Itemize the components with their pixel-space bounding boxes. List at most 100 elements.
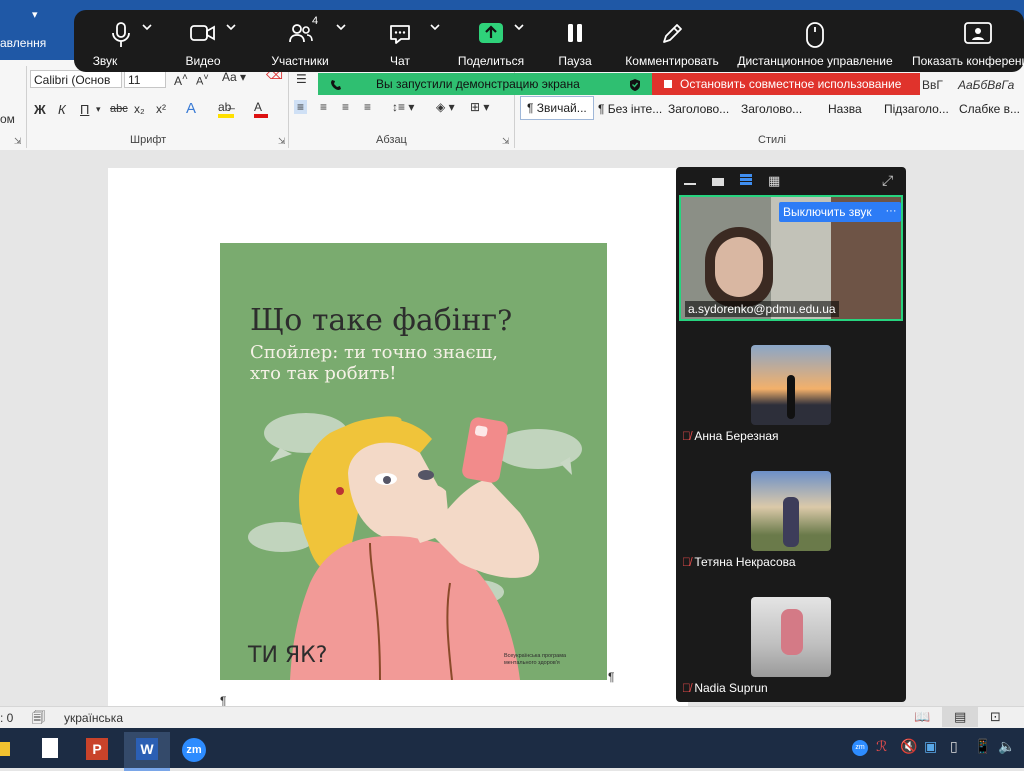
- ribbon-tab-truncated[interactable]: авлення: [0, 36, 60, 54]
- underline-button[interactable]: П: [80, 102, 89, 117]
- highlight-color-bar: [218, 114, 234, 118]
- read-mode-icon[interactable]: 📖: [914, 709, 930, 725]
- change-case-button[interactable]: Aa ▾: [222, 70, 246, 84]
- pause-share-button[interactable]: Пауза: [552, 10, 598, 72]
- blank-document-icon[interactable]: [36, 732, 76, 768]
- chevron-down-icon[interactable]: [514, 22, 524, 32]
- line-spacing-icon[interactable]: ↕≡ ▾: [392, 100, 414, 114]
- align-left-icon[interactable]: ≡: [294, 100, 308, 114]
- file-explorer-icon[interactable]: [0, 732, 14, 768]
- phone-icon: [331, 80, 341, 90]
- poster-brand-logo: ТИ ЯК?: [248, 643, 328, 668]
- question-pin-icon: ?: [497, 304, 513, 337]
- superscript-button[interactable]: x²: [156, 102, 166, 116]
- font-color-button[interactable]: A: [254, 100, 268, 118]
- style-no-spacing[interactable]: ¶ Без інте...: [598, 102, 662, 116]
- acrobat-tray-icon[interactable]: ℛ: [876, 738, 887, 755]
- person-figure: [783, 497, 799, 547]
- ribbon-tab-label: авлення: [0, 36, 47, 50]
- zoom-app-icon[interactable]: zm: [176, 732, 216, 768]
- person-face: [715, 237, 763, 297]
- font-color-bar: [254, 114, 268, 118]
- font-size-box[interactable]: 11: [124, 70, 166, 88]
- text-effects-button[interactable]: A: [186, 100, 196, 117]
- chat-button[interactable]: Чат: [374, 10, 446, 72]
- subscript-button[interactable]: x₂: [134, 102, 145, 116]
- poster-subtitle-line: хто так робить!: [250, 363, 397, 384]
- participant-video-thumb[interactable]: [751, 345, 831, 425]
- bold-button[interactable]: Ж: [34, 102, 46, 117]
- style-subtitle[interactable]: Підзаголо...: [884, 102, 949, 116]
- participant-video-thumb[interactable]: [751, 471, 831, 551]
- font-dialog-launcher-icon[interactable]: ⇲: [278, 136, 286, 147]
- poster-program-text: Всеукраїнська програма ментального здоро…: [504, 653, 566, 667]
- share-screen-button[interactable]: Поделиться: [454, 10, 544, 72]
- share-notice-text: Вы запустили демонстрацию экрана: [376, 77, 580, 91]
- chevron-down-icon[interactable]: [430, 22, 440, 32]
- powerpoint-icon[interactable]: P: [80, 732, 120, 768]
- chevron-down-icon[interactable]: [226, 22, 236, 32]
- participants-button[interactable]: 4 Участники: [264, 10, 354, 72]
- show-conference-button[interactable]: Показать конференц: [908, 10, 1024, 72]
- style-subtle-emphasis[interactable]: Слабке в...: [959, 102, 1020, 116]
- chat-icon: [390, 25, 410, 44]
- speaker-name-tag: a.sydorenko@pdmu.edu.ua: [685, 301, 839, 317]
- strikethrough-button[interactable]: abc: [110, 103, 128, 115]
- remote-control-button[interactable]: Дистанционное управление: [734, 10, 896, 72]
- tray-speaker-icon[interactable]: 🔈: [998, 738, 1015, 755]
- clipboard-dialog-launcher-icon[interactable]: ⇲: [14, 136, 22, 147]
- web-layout-icon[interactable]: ⊡: [990, 709, 1001, 725]
- expand-icon[interactable]: ⤢: [882, 172, 893, 189]
- highlight-button[interactable]: ab̶: [218, 100, 234, 118]
- minimize-icon[interactable]: [684, 183, 696, 185]
- align-center-icon[interactable]: ≡: [320, 100, 327, 114]
- style-heading-1[interactable]: Заголово...: [668, 102, 729, 116]
- more-options-button[interactable]: ···: [881, 202, 901, 222]
- video-button[interactable]: Видео: [172, 10, 254, 72]
- align-right-icon[interactable]: ≡: [342, 100, 349, 114]
- font-name-box[interactable]: Calibri (Основ: [30, 70, 122, 88]
- annotate-button[interactable]: Комментировать: [622, 10, 722, 72]
- gallery-strip-icon[interactable]: [740, 174, 752, 187]
- language-indicator[interactable]: українська: [64, 711, 123, 725]
- chevron-down-icon[interactable]: [336, 22, 346, 32]
- participant-video-thumb[interactable]: [751, 597, 831, 677]
- tray-phone-icon[interactable]: 📱: [974, 738, 991, 755]
- shrink-font-button[interactable]: A˅: [196, 72, 209, 88]
- stop-icon: [664, 80, 672, 88]
- poster-image: Що таке фабінг? Спойлер: ти точно знаєш,…: [220, 243, 607, 680]
- tray-network-icon[interactable]: ▣: [924, 738, 937, 755]
- paragraph-dialog-launcher-icon[interactable]: ⇲: [502, 136, 510, 147]
- grow-font-button[interactable]: A˄: [174, 72, 188, 88]
- share-arrow-icon: [479, 23, 503, 43]
- paragraph-mark: ¶: [608, 670, 615, 684]
- mute-participant-button[interactable]: Выключить звук: [779, 202, 887, 222]
- underline-dropdown-icon[interactable]: ▾: [96, 104, 101, 115]
- borders-icon[interactable]: ⊞ ▾: [470, 100, 489, 114]
- stop-share-button[interactable]: Остановить совместное использование: [652, 73, 920, 95]
- word-count[interactable]: : 0: [0, 711, 13, 725]
- poster-brand-text: ТИ ЯК: [248, 643, 316, 668]
- justify-icon[interactable]: ≡: [364, 100, 371, 114]
- grid-view-icon[interactable]: ▦: [768, 173, 780, 189]
- tray-muted-icon[interactable]: 🔇: [900, 738, 917, 755]
- tray-device-icon[interactable]: ▯: [950, 738, 958, 755]
- print-layout-button[interactable]: ▤: [942, 707, 978, 727]
- participant-label: 🎙̸ Анна Березная: [682, 429, 779, 443]
- chevron-down-icon[interactable]: [142, 22, 152, 32]
- style-heading-2[interactable]: Заголово...: [741, 102, 802, 116]
- active-speaker-video[interactable]: Выключить звук ··· a.sydorenko@pdmu.edu.…: [679, 195, 903, 321]
- style-normal[interactable]: ¶ Звичай...: [520, 96, 594, 120]
- word-icon[interactable]: W: [124, 732, 170, 771]
- shading-icon[interactable]: ◈ ▾: [436, 100, 455, 114]
- audio-button[interactable]: Звук: [88, 10, 170, 72]
- italic-button[interactable]: К: [58, 102, 66, 117]
- bullets-icon[interactable]: ☰: [296, 72, 307, 86]
- style-title[interactable]: Назва: [828, 102, 862, 116]
- poster-subtitle: Спойлер: ти точно знаєш, хто так робить!: [250, 342, 498, 384]
- poster-program-line: ментального здоров'я: [504, 660, 560, 666]
- speaker-view-icon[interactable]: [712, 178, 724, 186]
- zoom-tray-icon[interactable]: zm: [852, 740, 868, 756]
- quick-access-dropdown-icon[interactable]: ▾: [32, 8, 38, 21]
- show-conference-label: Показать конференц: [912, 54, 1024, 68]
